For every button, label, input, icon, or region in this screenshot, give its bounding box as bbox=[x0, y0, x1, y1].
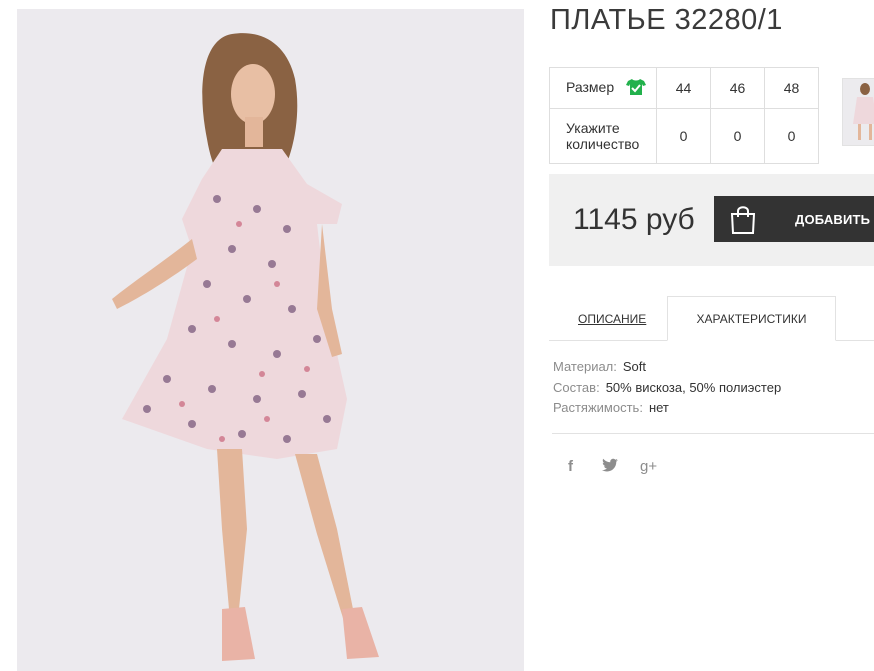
price: 1145 руб bbox=[573, 203, 695, 236]
facebook-icon[interactable]: f bbox=[568, 458, 573, 475]
twitter-icon[interactable] bbox=[602, 458, 618, 476]
add-to-cart-label: ДОБАВИТЬ В bbox=[795, 212, 874, 227]
tab-characteristics[interactable]: ХАРАКТЕРИСТИКИ bbox=[667, 296, 836, 341]
spec-value: нет bbox=[648, 400, 669, 415]
spec-key: Растяжимость: bbox=[553, 400, 643, 415]
product-photo[interactable] bbox=[17, 9, 524, 671]
tab-description[interactable]: ОПИСАНИЕ bbox=[578, 312, 646, 326]
quantity-label: Укажите количество bbox=[549, 108, 657, 164]
spec-composition: Состав: 50% вискоза, 50% полиэстер bbox=[553, 380, 781, 395]
quantity-48[interactable]: 0 bbox=[764, 108, 819, 164]
size-table: Размер 44 46 48 Укажите количество 0 0 0 bbox=[549, 67, 819, 164]
size-44[interactable]: 44 bbox=[656, 67, 711, 109]
spec-key: Материал: bbox=[553, 359, 617, 374]
quantity-44[interactable]: 0 bbox=[656, 108, 711, 164]
quantity-46[interactable]: 0 bbox=[710, 108, 765, 164]
size-label: Размер bbox=[566, 78, 615, 95]
green-tshirt-check-icon bbox=[626, 78, 647, 99]
product-thumbnail[interactable] bbox=[842, 78, 874, 146]
shopping-bag-icon bbox=[729, 205, 757, 238]
size-48[interactable]: 48 bbox=[764, 67, 819, 109]
size-label-cell: Размер bbox=[549, 67, 657, 109]
size-46[interactable]: 46 bbox=[710, 67, 765, 109]
spec-value: 50% вискоза, 50% полиэстер bbox=[605, 380, 782, 395]
spec-stretch: Растяжимость: нет bbox=[553, 400, 669, 415]
add-to-cart-button[interactable]: ДОБАВИТЬ В bbox=[714, 196, 874, 242]
page-title: ПЛАТЬЕ 32280/1 bbox=[550, 4, 783, 36]
spec-key: Состав: bbox=[553, 380, 600, 395]
quantity-row: Укажите количество 0 0 0 bbox=[549, 108, 819, 164]
size-row: Размер 44 46 48 bbox=[549, 67, 819, 109]
google-plus-icon[interactable]: g+ bbox=[640, 458, 657, 475]
spec-value: Soft bbox=[622, 359, 647, 374]
divider bbox=[552, 433, 874, 434]
spec-material: Материал: Soft bbox=[553, 359, 646, 374]
